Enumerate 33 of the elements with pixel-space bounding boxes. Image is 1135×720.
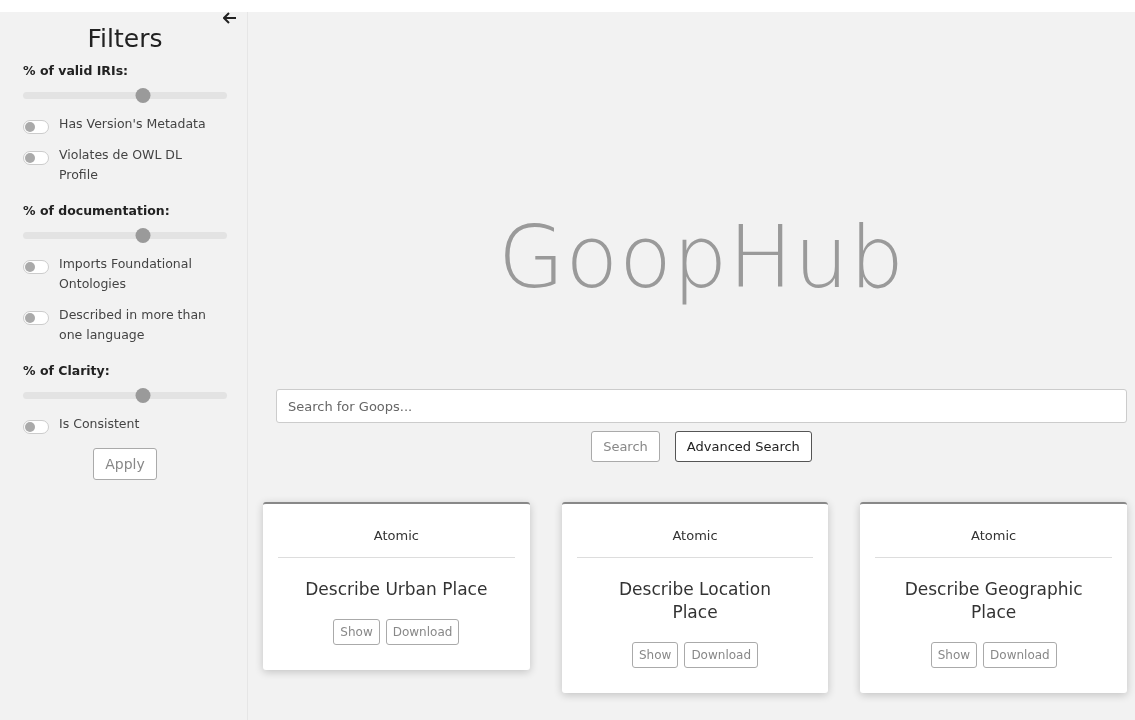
toggle-label: Described in more than one language (59, 306, 207, 344)
download-button[interactable]: Download (684, 642, 759, 668)
card-category: Atomic (576, 528, 814, 558)
search-field[interactable]: Search for Goops... (276, 389, 1127, 423)
toggle-label: Is Consistent (59, 415, 141, 433)
filter-label: % of documentation: (23, 203, 171, 218)
toggle-switch[interactable] (23, 120, 49, 134)
card-title: Describe Urban Place (305, 578, 488, 601)
show-button[interactable]: Show (930, 642, 978, 668)
filter-label: % of valid IRIs: (23, 63, 130, 78)
toggle-switch[interactable] (23, 420, 49, 434)
show-button[interactable]: Show (632, 642, 679, 668)
sidebar-title: Filters (86, 24, 164, 53)
back-arrow-icon[interactable] (223, 12, 237, 24)
toggle-switch[interactable] (23, 311, 49, 325)
slider-thumb[interactable] (135, 228, 151, 243)
advanced-search-button[interactable]: Advanced Search (674, 431, 812, 462)
card-title: Describe Geographic Place (903, 578, 1084, 624)
toggle-label: Violates de OWL DL Profile (59, 146, 183, 184)
toggle-switch[interactable] (23, 260, 49, 274)
download-button[interactable]: Download (385, 619, 460, 645)
filter-label: % of Clarity: (23, 363, 111, 378)
show-button[interactable]: Show (333, 619, 380, 645)
toggle-switch[interactable] (23, 151, 49, 165)
download-button[interactable]: Download (983, 642, 1057, 668)
slider-thumb[interactable] (135, 388, 151, 403)
toggle-label: Imports Foundational Ontologies (59, 255, 193, 293)
card-category: Atomic (278, 528, 515, 558)
toggle-label: Has Version's Metadata (59, 115, 207, 133)
logo-text: GoopHub (496, 207, 907, 307)
slider-thumb[interactable] (135, 88, 151, 103)
card-category: Atomic (875, 528, 1112, 558)
card-title: Describe Location Place (618, 578, 772, 624)
